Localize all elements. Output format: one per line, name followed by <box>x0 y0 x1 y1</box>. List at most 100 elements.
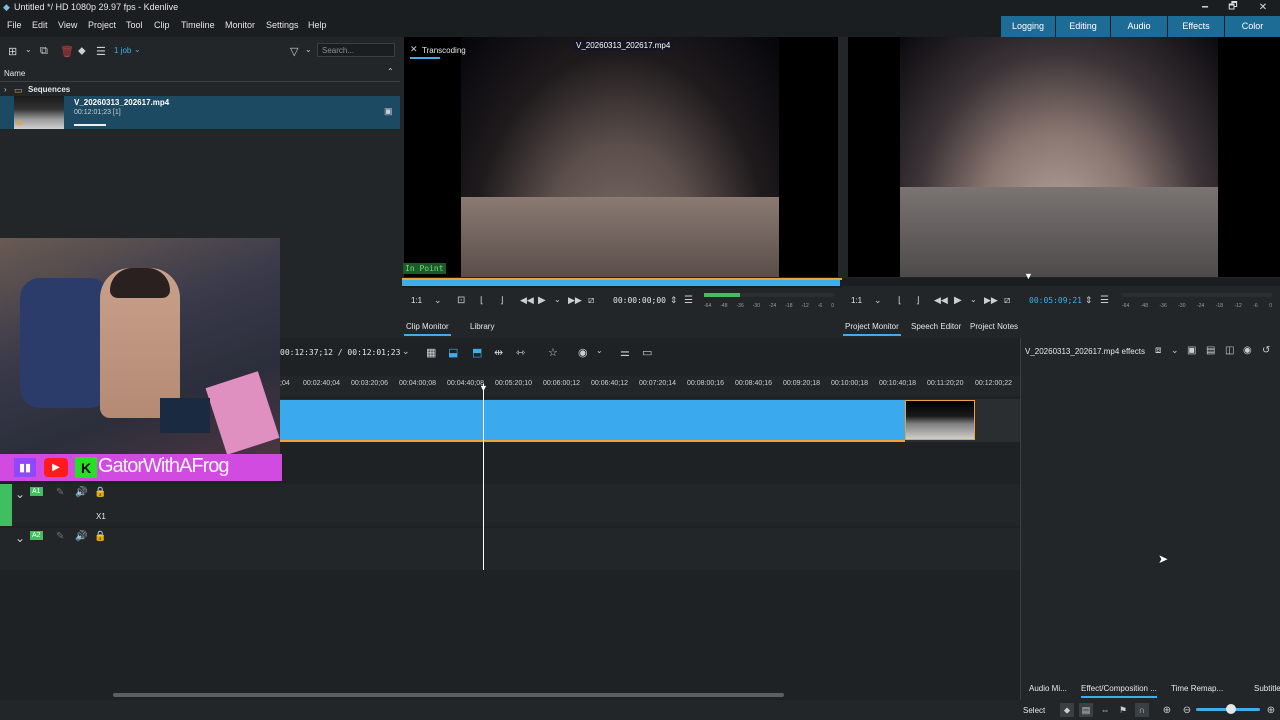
workspace-tab-color[interactable]: Color <box>1225 16 1280 37</box>
close-button[interactable]: ✕ <box>1248 0 1278 15</box>
clip-zoom[interactable]: 1:1 <box>411 296 422 305</box>
zoom-out-icon[interactable]: ⊖ <box>1180 703 1194 717</box>
collapse-a1-icon[interactable]: ⌄ <box>15 487 25 501</box>
mixer-icon[interactable]: ⚌ <box>620 346 630 359</box>
tab-subtitles[interactable]: Subtitles <box>1254 684 1280 693</box>
tab-clip-monitor[interactable]: Clip Monitor <box>404 322 451 336</box>
set-in-icon[interactable]: ⌊ <box>480 295 484 306</box>
tab-speech-editor[interactable]: Speech Editor <box>911 322 961 331</box>
timeline-clip[interactable] <box>280 400 905 442</box>
crop-icon[interactable]: ⧄ <box>588 295 594 306</box>
project-rewind-icon[interactable]: ◀◀ <box>934 295 948 306</box>
job-status[interactable]: 1 job <box>114 46 131 55</box>
reset-icon[interactable]: ↺ <box>1262 345 1270 356</box>
compare-icon[interactable]: ⧈ <box>1155 345 1161 356</box>
tab-project-monitor[interactable]: Project Monitor <box>843 322 901 336</box>
tab-project-notes[interactable]: Project Notes <box>970 322 1018 331</box>
project-play-chevron-icon[interactable]: ⌄ <box>970 295 977 304</box>
search-input[interactable]: Search... <box>317 43 395 57</box>
favorite-star-icon[interactable]: ☆ <box>548 346 558 359</box>
tab-library[interactable]: Library <box>470 322 494 331</box>
add-clip-icon[interactable]: ⊞ <box>8 45 17 58</box>
visibility-icon[interactable]: ◉ <box>1243 345 1252 356</box>
project-play-icon[interactable]: ▶ <box>954 295 962 306</box>
position-chevron-icon[interactable]: ⌄ <box>402 346 410 357</box>
audio-track-a1[interactable]: ⌄ A1 ✎ 🔊 🔒 X1 <box>0 484 1020 526</box>
project-set-out-icon[interactable]: ⌋ <box>916 295 920 306</box>
project-set-in-icon[interactable]: ⌊ <box>898 295 902 306</box>
delete-icon[interactable]: 🗑 <box>60 45 74 58</box>
menu-tool[interactable]: Tool <box>126 20 143 30</box>
tag-icon[interactable]: ⬥ <box>78 45 86 58</box>
tag-filter-icon[interactable]: ⬥ <box>1060 703 1074 717</box>
ripple-icon[interactable]: ⇔ <box>1098 703 1112 717</box>
save-effect-icon[interactable]: ▤ <box>1206 345 1215 356</box>
zoom-in-icon[interactable]: ⊕ <box>1160 703 1174 717</box>
project-zoom[interactable]: 1:1 <box>851 296 862 305</box>
track-a1-label[interactable]: A1 <box>30 487 43 496</box>
menu-project[interactable]: Project <box>88 20 116 30</box>
timeline-playhead[interactable] <box>483 384 484 570</box>
project-zoom-chevron-icon[interactable]: ⌄ <box>874 295 882 306</box>
clip-monitor-ruler[interactable] <box>402 278 842 288</box>
minimize-button[interactable]: 🗕 <box>1190 0 1220 15</box>
audio-track-a2[interactable]: ⌄ A2 ✎ 🔊 🔒 <box>0 528 1020 570</box>
sort-chevron-icon[interactable]: ⌃ <box>387 67 394 76</box>
lock-a2-icon[interactable]: 🔒 <box>94 531 106 542</box>
split-compare-icon[interactable]: ◫ <box>1225 345 1234 356</box>
tab-effect-composition[interactable]: Effect/Composition ... <box>1081 684 1157 698</box>
marker-icon[interactable]: ⚑ <box>1116 703 1130 717</box>
menu-monitor[interactable]: Monitor <box>225 20 255 30</box>
play-chevron-icon[interactable]: ⌄ <box>554 295 561 304</box>
insert-icon[interactable]: ⬓ <box>448 346 458 359</box>
timeline-ruler[interactable]: ;04 00:02:40;04 00:03:20;06 00:04:00;08 … <box>280 376 1020 396</box>
menu-icon[interactable]: ☰ <box>96 45 106 58</box>
menu-view[interactable]: View <box>58 20 77 30</box>
snap-icon[interactable]: ▤ <box>1079 703 1093 717</box>
workspace-tab-effects[interactable]: Effects <box>1168 16 1224 37</box>
lift-icon[interactable]: ⇹ <box>494 346 503 359</box>
track-a2-label[interactable]: A2 <box>30 531 43 540</box>
fullscreen-icon[interactable]: ⊡ <box>457 295 465 306</box>
chevron-down-icon[interactable]: ⌄ <box>25 45 32 54</box>
track-settings-icon[interactable]: ▦ <box>426 346 436 359</box>
project-forward-icon[interactable]: ▶▶ <box>984 295 998 306</box>
rewind-icon[interactable]: ◀◀ <box>520 295 534 306</box>
extract-icon[interactable]: ⇿ <box>516 346 525 359</box>
mute-a2-icon[interactable]: 🔊 <box>75 531 87 542</box>
edit-a2-icon[interactable]: ✎ <box>56 531 64 542</box>
maximize-button[interactable]: 🗗 <box>1218 0 1248 15</box>
timecode-spin-icon[interactable]: ⇕ <box>670 295 678 306</box>
menu-clip[interactable]: Clip <box>154 20 170 30</box>
magnet-icon[interactable]: ∩ <box>1135 703 1149 717</box>
add-folder-icon[interactable]: ⧉ <box>40 45 48 58</box>
subtitle-icon[interactable]: ▭ <box>642 346 652 359</box>
menu-edit[interactable]: Edit <box>32 20 48 30</box>
menu-settings[interactable]: Settings <box>266 20 299 30</box>
workspace-tab-audio[interactable]: Audio <box>1111 16 1167 37</box>
timeline-scrollbar[interactable] <box>113 693 784 697</box>
edit-mode[interactable]: Select <box>1023 706 1045 715</box>
project-crop-icon[interactable]: ⧄ <box>1004 295 1010 306</box>
playhead-marker-icon[interactable]: ▼ <box>479 383 488 393</box>
project-monitor-ruler[interactable] <box>842 278 1280 286</box>
clip-monitor-view[interactable] <box>404 37 838 277</box>
project-monitor-view[interactable] <box>848 37 1280 277</box>
bin-clip-row[interactable]: ▲ V_20260313_202617.mp4 00:12:01;23 [1] … <box>0 96 400 129</box>
job-chevron-icon[interactable]: ⌄ <box>134 45 141 54</box>
column-name[interactable]: Name <box>4 69 25 78</box>
timeline-clip-thumbnail[interactable] <box>905 400 975 440</box>
project-timecode[interactable]: 00:05:09;21 <box>1029 296 1082 305</box>
play-icon[interactable]: ▶ <box>538 295 546 306</box>
zoom-fit-icon[interactable]: ⊕ <box>1264 703 1278 717</box>
lock-a1-icon[interactable]: 🔒 <box>94 487 106 498</box>
project-playhead-marker-icon[interactable]: ▼ <box>1024 271 1033 281</box>
menu-help[interactable]: Help <box>308 20 327 30</box>
set-out-icon[interactable]: ⌋ <box>500 295 504 306</box>
collapse-a2-icon[interactable]: ⌄ <box>15 531 25 545</box>
workspace-tab-logging[interactable]: Logging <box>1001 16 1055 37</box>
clip-monitor-menu-icon[interactable]: ☰ <box>684 295 693 306</box>
zoom-chevron-icon[interactable]: ⌄ <box>434 295 442 306</box>
tab-audio-mixer[interactable]: Audio Mi... <box>1029 684 1067 693</box>
folder-expand-icon[interactable]: › <box>4 85 7 94</box>
